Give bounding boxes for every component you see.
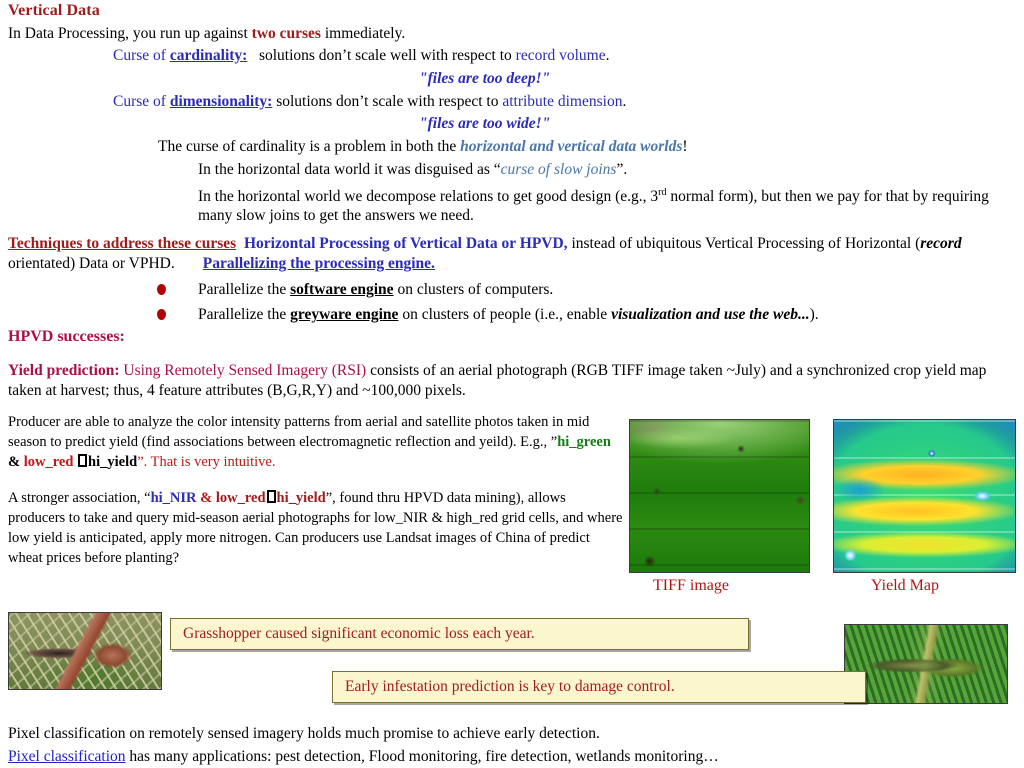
- horizontal-note-part1: In the horizontal world we decompose rel…: [198, 188, 659, 206]
- term-hi-green: hi_green: [557, 434, 611, 450]
- bottom-line-1: Pixel classification on remotely sensed …: [8, 725, 600, 742]
- tiff-photo-content: [630, 420, 809, 572]
- curse-cardinality-line: Curse of cardinality: solutions don’t sc…: [113, 46, 610, 65]
- yield-map-caption: Yield Map: [871, 577, 939, 594]
- horizontal-world-note: In the horizontal world we decompose rel…: [198, 183, 1010, 225]
- bullet-pre: Parallelize the: [198, 306, 291, 323]
- both-worlds-line: The curse of cardinality is a problem in…: [158, 137, 688, 156]
- hpvd-definition: Horizontal Processing of Vertical Data o…: [243, 235, 568, 252]
- disguised-line: In the horizontal data world it was disg…: [198, 160, 627, 179]
- techniques-body-2: orientated) Data or VPHD.: [8, 255, 175, 272]
- curse-tail: .: [622, 93, 627, 110]
- bullet-dot-icon: [157, 284, 166, 295]
- curse-term-dimensionality: dimensionality:: [169, 93, 273, 110]
- producer-p1-part1: Producer are able to analyze the color i…: [8, 414, 590, 450]
- bullet-greyware-engine: Parallelize the greyware engine on clust…: [198, 305, 819, 324]
- bottom-line-2: Pixel classification has many applicatio…: [8, 748, 719, 766]
- disguised-post: ”.: [616, 161, 628, 178]
- grasshopper-photo-right: [844, 624, 1008, 704]
- techniques-header: Techniques to address these curses: [8, 235, 237, 252]
- curse-lead: Curse of: [113, 93, 170, 110]
- producer-p1-amp: &: [8, 454, 24, 470]
- ordinal-suffix: rd: [658, 187, 667, 198]
- bullet-term-software-engine: software engine: [290, 281, 394, 298]
- yield-prediction-rsi: Using Remotely Sensed Imagery (RSI): [119, 362, 367, 379]
- term-hi-yield: hi_yield: [276, 490, 326, 506]
- tiff-aerial-photo: [629, 419, 810, 573]
- parallelizing-engine-label: Parallelizing the processing engine.: [202, 255, 435, 272]
- bullet-tail: ).: [809, 306, 819, 323]
- grasshopper-brown-content: [9, 613, 161, 689]
- bullet-post: on clusters of people (i.e., enable: [398, 306, 612, 323]
- curse-object-record-volume: record volume: [515, 47, 606, 64]
- producer-paragraph-1: Producer are able to analyze the color i…: [8, 412, 624, 472]
- intro-post: immediately.: [320, 25, 406, 42]
- both-worlds-post: !: [682, 138, 688, 155]
- disguised-emphasis: curse of slow joins: [500, 161, 617, 178]
- yield-prediction-paragraph: Yield prediction: Using Remotely Sensed …: [8, 361, 1016, 401]
- curse-dimensionality-line: Curse of dimensionality: solutions don’t…: [113, 92, 626, 111]
- quip-files-too-wide: "files are too wide!": [419, 115, 551, 132]
- pixel-classification-link[interactable]: Pixel classification: [8, 748, 126, 765]
- tiff-image-caption: TIFF image: [653, 577, 729, 594]
- producer-paragraph-2: A stronger association, “hi_NIR & low_re…: [8, 488, 624, 568]
- term-low-red: low_red: [23, 454, 74, 470]
- techniques-body-1: instead of ubiquitous Vertical Processin…: [567, 235, 921, 252]
- hpvd-successes-heading: HPVD successes:: [8, 328, 125, 345]
- bullet-software-engine: Parallelize the software engine on clust…: [198, 280, 553, 299]
- producer-p1-part2: ”. That is very intuitive.: [137, 454, 276, 470]
- bullet-post: on clusters of computers.: [393, 281, 554, 298]
- intro-emphasis: two curses: [251, 25, 321, 42]
- techniques-block: Techniques to address these curses Horiz…: [8, 234, 1014, 274]
- intro-line: In Data Processing, you run up against t…: [8, 24, 405, 43]
- curse-object-attribute-dimension: attribute dimension: [502, 93, 623, 110]
- bullet-term-greyware-engine: greyware engine: [290, 306, 399, 323]
- term-low-red: low_red: [215, 490, 266, 506]
- callout-economic-loss: Grasshopper caused significant economic …: [170, 618, 749, 650]
- intro-pre: In Data Processing, you run up against: [8, 25, 252, 42]
- bottom-line-2-rest: has many applications: pest detection, F…: [125, 748, 719, 765]
- curse-rest: solutions don’t scale with respect to: [276, 93, 503, 110]
- both-worlds-emphasis: horizontal and vertical data worlds: [460, 138, 683, 155]
- bullet-emphasis: visualization and use the web...: [611, 306, 810, 323]
- quip-files-too-deep: "files are too deep!": [419, 70, 551, 87]
- both-worlds-pre: The curse of cardinality is a problem in…: [158, 138, 461, 155]
- record-emphasis: record: [920, 235, 962, 252]
- grasshopper-green-content: [845, 625, 1007, 703]
- term-hi-nir: hi_NIR: [150, 490, 197, 506]
- missing-glyph-icon: [78, 454, 88, 467]
- page-title: Vertical Data: [8, 2, 100, 19]
- yield-map-image: [833, 419, 1016, 573]
- disguised-pre: In the horizontal data world it was disg…: [198, 161, 501, 178]
- producer-p2-amp: &: [196, 490, 216, 506]
- bullet-pre: Parallelize the: [198, 281, 291, 298]
- producer-p2-part1: A stronger association, “: [8, 490, 151, 506]
- curse-lead: Curse of: [113, 47, 170, 64]
- yield-map-content: [834, 420, 1015, 572]
- curse-term-cardinality: cardinality:: [169, 47, 248, 64]
- callout-early-prediction: Early infestation prediction is key to d…: [332, 671, 866, 703]
- term-hi-yield: hi_yield: [88, 454, 138, 470]
- grasshopper-photo-left: [8, 612, 162, 690]
- curse-rest: solutions don’t scale well with respect …: [258, 47, 516, 64]
- bullet-dot-icon: [157, 309, 166, 320]
- yield-prediction-label: Yield prediction:: [8, 362, 120, 379]
- curse-tail: .: [605, 47, 610, 64]
- missing-glyph-icon: [266, 490, 276, 503]
